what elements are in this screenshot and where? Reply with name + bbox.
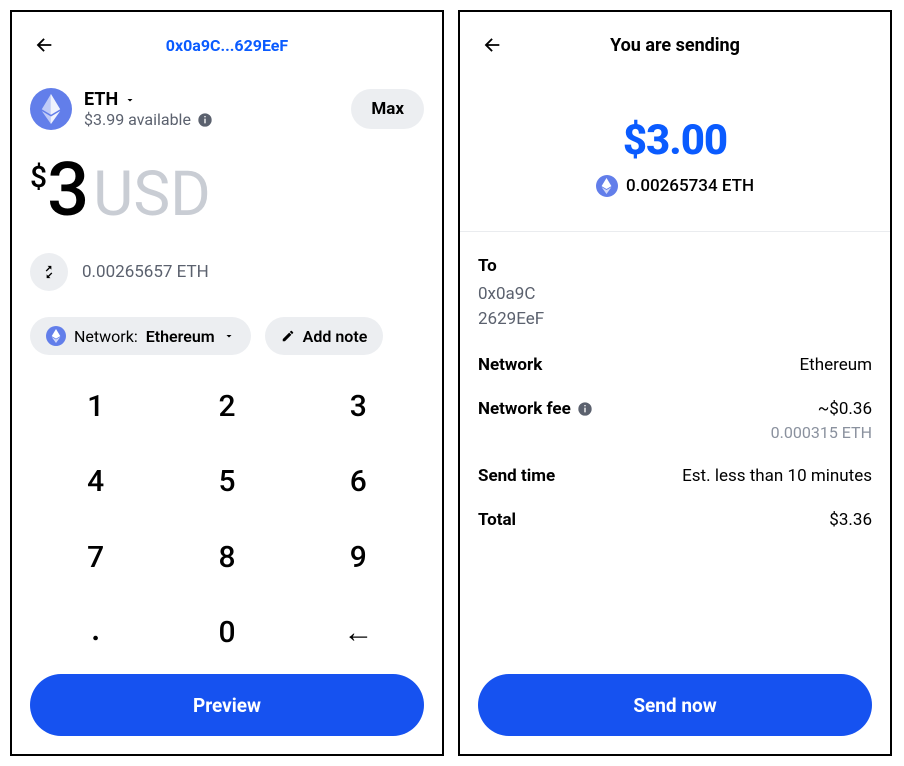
amount-display: $ 3 USD <box>30 154 424 231</box>
sendtime-label: Send time <box>478 466 555 486</box>
pencil-icon <box>281 329 295 343</box>
amount-summary: $3.00 0.00265734 ETH <box>478 116 872 197</box>
info-icon[interactable] <box>577 401 593 417</box>
swap-currency-button[interactable] <box>30 253 68 291</box>
key-8[interactable]: 8 <box>161 520 292 595</box>
send-amount-screen: 0x0a9C...629EeF ETH $3.99 available <box>10 10 444 756</box>
key-backspace[interactable]: ← <box>293 595 424 670</box>
info-icon[interactable] <box>197 112 213 128</box>
fee-row: Network fee ~$0.36 0.000315 ETH <box>478 399 872 442</box>
amount-eth: 0.00265734 ETH <box>626 176 754 196</box>
page-title: You are sending <box>478 35 872 56</box>
keypad: 1 2 3 4 5 6 7 8 9 . 0 ← <box>30 369 424 670</box>
network-chip[interactable]: Network: Ethereum <box>30 317 251 355</box>
preview-button[interactable]: Preview <box>30 674 424 736</box>
ethereum-glyph-icon <box>41 94 61 124</box>
fee-eth: 0.000315 ETH <box>771 423 872 442</box>
chevron-down-icon <box>124 94 136 106</box>
arrow-left-icon <box>33 34 55 56</box>
key-6[interactable]: 6 <box>293 444 424 519</box>
network-value: Ethereum <box>800 355 873 375</box>
network-row: Network Ethereum <box>478 355 872 375</box>
amount-value: 3 <box>47 154 87 228</box>
amount-usd: $3.00 <box>478 116 872 165</box>
key-2[interactable]: 2 <box>161 369 292 444</box>
key-3[interactable]: 3 <box>293 369 424 444</box>
amount-eth-row: 0.00265734 ETH <box>478 175 872 197</box>
currency-code: USD <box>93 158 211 231</box>
network-name: Ethereum <box>146 327 215 346</box>
conversion-row: 0.00265657 ETH <box>30 253 424 291</box>
header: 0x0a9C...629EeF <box>30 30 424 60</box>
divider <box>460 231 890 232</box>
key-dot[interactable]: . <box>30 595 161 670</box>
network-label: Network <box>478 355 542 375</box>
asset-available: $3.99 available <box>84 110 191 129</box>
eth-icon-small <box>46 326 66 346</box>
add-note-chip[interactable]: Add note <box>265 317 384 355</box>
send-now-button[interactable]: Send now <box>478 674 872 736</box>
to-address-line2: 2629EeF <box>478 307 872 332</box>
currency-symbol: $ <box>30 160 47 195</box>
recipient-address: 0x0a9C...629EeF <box>30 36 424 55</box>
max-button[interactable]: Max <box>351 89 424 129</box>
swap-icon <box>41 264 57 280</box>
total-value: $3.36 <box>829 510 872 530</box>
to-block: To 0x0a9C 2629EeF <box>478 256 872 331</box>
chips-row: Network: Ethereum Add note <box>30 317 424 355</box>
key-5[interactable]: 5 <box>161 444 292 519</box>
sendtime-value: Est. less than 10 minutes <box>682 466 872 486</box>
key-4[interactable]: 4 <box>30 444 161 519</box>
back-button[interactable] <box>30 31 58 59</box>
fee-usd: ~$0.36 <box>771 399 872 419</box>
asset-symbol: ETH <box>84 89 118 110</box>
converted-amount: 0.00265657 ETH <box>82 262 209 282</box>
eth-icon <box>30 88 72 130</box>
asset-row: ETH $3.99 available Max <box>30 88 424 130</box>
sendtime-row: Send time Est. less than 10 minutes <box>478 466 872 486</box>
send-confirm-screen: You are sending $3.00 0.00265734 ETH To … <box>458 10 892 756</box>
to-label: To <box>478 256 872 276</box>
network-prefix: Network: <box>74 327 138 346</box>
total-label: Total <box>478 510 516 530</box>
key-7[interactable]: 7 <box>30 520 161 595</box>
asset-selector[interactable]: ETH $3.99 available <box>30 88 213 130</box>
total-row: Total $3.36 <box>478 510 872 530</box>
chevron-down-icon <box>223 330 235 342</box>
key-0[interactable]: 0 <box>161 595 292 670</box>
add-note-label: Add note <box>303 327 368 346</box>
fee-label: Network fee <box>478 399 571 419</box>
key-9[interactable]: 9 <box>293 520 424 595</box>
header: You are sending <box>478 30 872 60</box>
details-list: To 0x0a9C 2629EeF Network Ethereum Netwo… <box>478 256 872 530</box>
eth-icon-small <box>596 175 618 197</box>
key-1[interactable]: 1 <box>30 369 161 444</box>
to-address-line1: 0x0a9C <box>478 282 872 307</box>
